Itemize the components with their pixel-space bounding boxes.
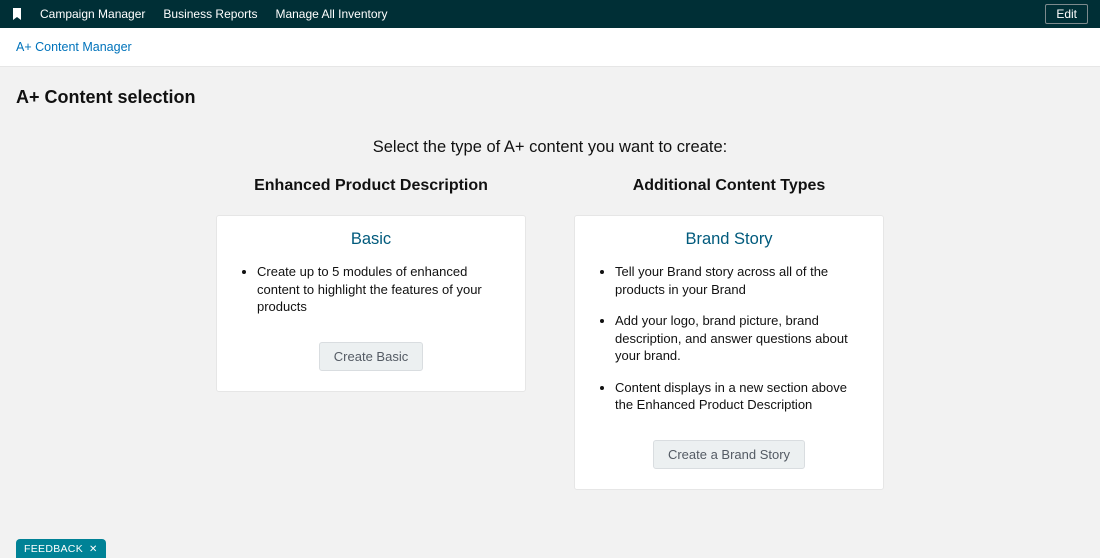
column-header-additional: Additional Content Types xyxy=(574,177,884,195)
create-basic-button[interactable]: Create Basic xyxy=(319,342,423,371)
feedback-tab[interactable]: FEEDBACK ✕ xyxy=(16,539,106,558)
card-title-basic: Basic xyxy=(233,230,509,249)
card-bullets-brand-story: Tell your Brand story across all of the … xyxy=(591,263,867,414)
nav-manage-inventory[interactable]: Manage All Inventory xyxy=(275,7,387,21)
create-brand-story-button[interactable]: Create a Brand Story xyxy=(653,440,805,469)
list-item: Create up to 5 modules of enhanced conte… xyxy=(257,263,509,316)
card-bullets-basic: Create up to 5 modules of enhanced conte… xyxy=(233,263,509,316)
nav-business-reports[interactable]: Business Reports xyxy=(163,7,257,21)
instruction-text: Select the type of A+ content you want t… xyxy=(0,138,1100,157)
content-type-columns: Enhanced Product Description Basic Creat… xyxy=(0,177,1100,490)
bookmark-icon[interactable] xyxy=(12,8,22,20)
breadcrumb-bar: A+ Content Manager xyxy=(0,28,1100,67)
topbar: Campaign Manager Business Reports Manage… xyxy=(0,0,1100,28)
page-title: A+ Content selection xyxy=(0,67,1100,108)
feedback-label: FEEDBACK xyxy=(24,543,83,555)
column-enhanced-product: Enhanced Product Description Basic Creat… xyxy=(216,177,526,490)
list-item: Tell your Brand story across all of the … xyxy=(615,263,867,298)
close-icon[interactable]: ✕ xyxy=(89,544,98,555)
edit-button[interactable]: Edit xyxy=(1045,4,1088,24)
card-title-brand-story: Brand Story xyxy=(591,230,867,249)
breadcrumb-content-manager[interactable]: A+ Content Manager xyxy=(16,40,132,54)
list-item: Content displays in a new section above … xyxy=(615,379,867,414)
card-basic: Basic Create up to 5 modules of enhanced… xyxy=(216,215,526,392)
column-header-enhanced: Enhanced Product Description xyxy=(216,177,526,195)
list-item: Add your logo, brand picture, brand desc… xyxy=(615,312,867,365)
card-brand-story: Brand Story Tell your Brand story across… xyxy=(574,215,884,490)
nav-campaign-manager[interactable]: Campaign Manager xyxy=(40,7,145,21)
column-additional-types: Additional Content Types Brand Story Tel… xyxy=(574,177,884,490)
topbar-left: Campaign Manager Business Reports Manage… xyxy=(12,7,388,21)
